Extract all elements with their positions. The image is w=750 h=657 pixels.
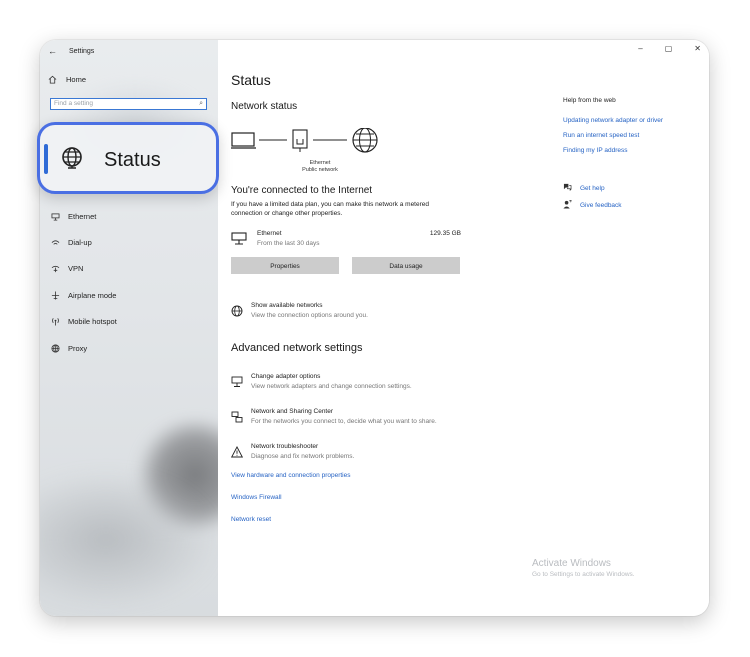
activate-windows-sub: Go to Settings to activate Windows. xyxy=(532,571,635,578)
troubleshooter-sub: Diagnose and fix network problems. xyxy=(251,453,355,460)
network-status-heading: Network status xyxy=(231,101,298,112)
sidebar-item-label: Dial-up xyxy=(68,238,92,247)
advanced-settings-heading: Advanced network settings xyxy=(231,342,363,354)
connection-status-description: If you have a limited data plan, you can… xyxy=(231,201,429,217)
vpn-icon xyxy=(48,265,62,273)
sidebar-item-home[interactable]: Home xyxy=(48,75,86,84)
ethernet-icon xyxy=(48,212,62,221)
page-title: Status xyxy=(231,72,271,88)
hotspot-icon xyxy=(48,317,62,326)
globe-icon xyxy=(352,128,378,153)
status-label: Status xyxy=(104,149,161,171)
change-adapter-title: Change adapter options xyxy=(251,373,321,380)
show-networks-title: Show available networks xyxy=(251,302,323,309)
dialup-icon xyxy=(48,239,62,247)
sidebar-item-label: Proxy xyxy=(68,344,88,353)
sidebar-item-mobile-hotspot[interactable]: Mobile hotspot xyxy=(48,317,117,326)
window-title: Settings xyxy=(69,47,95,55)
ethernet-data-size: 129.35 GB xyxy=(429,230,461,237)
window-controls: – ▢ ✕ xyxy=(616,44,701,53)
show-networks-sub: View the connection options around you. xyxy=(251,312,368,319)
network-diagram xyxy=(231,128,378,153)
get-help-link[interactable]: Get help xyxy=(563,183,605,193)
back-arrow-icon[interactable]: ← xyxy=(48,46,57,56)
sharing-center-icon xyxy=(231,410,243,428)
help-link-speed-test[interactable]: Run an internet speed test xyxy=(563,132,639,139)
globe-icon xyxy=(231,304,243,322)
selected-indicator xyxy=(44,144,48,174)
ethernet-period: From the last 30 days xyxy=(257,240,320,247)
sharing-center-title: Network and Sharing Center xyxy=(251,408,334,415)
windows-firewall-link[interactable]: Windows Firewall xyxy=(231,494,282,501)
adapter-icon xyxy=(231,375,243,393)
main-content: – ▢ ✕ Status Network status Ethernet Pub… xyxy=(218,40,709,616)
search-placeholder: Find a setting xyxy=(54,100,94,107)
home-icon xyxy=(48,75,57,84)
sidebar-item-label: Ethernet xyxy=(68,212,97,221)
connection-status-title: You're connected to the Internet xyxy=(231,185,373,196)
sidebar-item-vpn[interactable]: VPN xyxy=(48,264,83,273)
globe-icon xyxy=(60,146,86,177)
ethernet-icon xyxy=(231,232,247,251)
sharing-center-sub: For the networks you connect to, decide … xyxy=(251,418,437,425)
title-bar: ← Settings xyxy=(48,46,94,56)
diagram-network-label: Public network xyxy=(302,167,338,173)
sidebar-item-label: VPN xyxy=(68,264,84,273)
sidebar-item-label: Airplane mode xyxy=(68,291,117,300)
airplane-icon xyxy=(48,291,62,300)
close-button[interactable]: ✕ xyxy=(694,44,701,53)
help-link-adapter-driver[interactable]: Updating network adapter or driver xyxy=(563,117,663,124)
warning-icon xyxy=(230,445,244,463)
search-icon: ⌕ xyxy=(199,100,203,107)
maximize-button[interactable]: ▢ xyxy=(665,44,673,53)
ethernet-name: Ethernet xyxy=(257,230,282,237)
sidebar-item-status-callout[interactable]: Status xyxy=(37,122,219,194)
sidebar-item-proxy[interactable]: Proxy xyxy=(48,344,87,353)
minimize-button[interactable]: – xyxy=(638,44,642,53)
ethernet-adapter-icon xyxy=(292,129,308,152)
sidebar-item-label: Home xyxy=(66,75,87,84)
activate-windows-title: Activate Windows xyxy=(532,558,611,569)
give-feedback-label: Give feedback xyxy=(580,202,622,209)
troubleshooter-title: Network troubleshooter xyxy=(251,443,319,450)
help-link-ip-address[interactable]: Finding my IP address xyxy=(563,147,628,154)
sidebar-item-dialup[interactable]: Dial-up xyxy=(48,238,92,247)
sidebar-item-label: Mobile hotspot xyxy=(68,317,117,326)
proxy-icon xyxy=(48,344,62,353)
data-usage-button[interactable]: Data usage xyxy=(352,257,460,274)
chat-help-icon xyxy=(563,183,575,193)
sidebar-item-airplane-mode[interactable]: Airplane mode xyxy=(48,291,116,300)
get-help-label: Get help xyxy=(580,184,605,192)
hardware-properties-link[interactable]: View hardware and connection properties xyxy=(231,472,350,479)
network-reset-link[interactable]: Network reset xyxy=(231,516,271,523)
diagram-adapter-label: Ethernet xyxy=(309,160,331,166)
give-feedback-link[interactable]: Give feedback xyxy=(563,199,622,211)
properties-button[interactable]: Properties xyxy=(231,257,339,274)
feedback-icon xyxy=(563,199,575,211)
sidebar-item-ethernet[interactable]: Ethernet xyxy=(48,212,96,221)
laptop-icon xyxy=(231,132,256,149)
change-adapter-sub: View network adapters and change connect… xyxy=(251,383,412,390)
help-heading: Help from the web xyxy=(563,97,616,104)
search-input[interactable]: Find a setting ⌕ xyxy=(50,98,207,110)
